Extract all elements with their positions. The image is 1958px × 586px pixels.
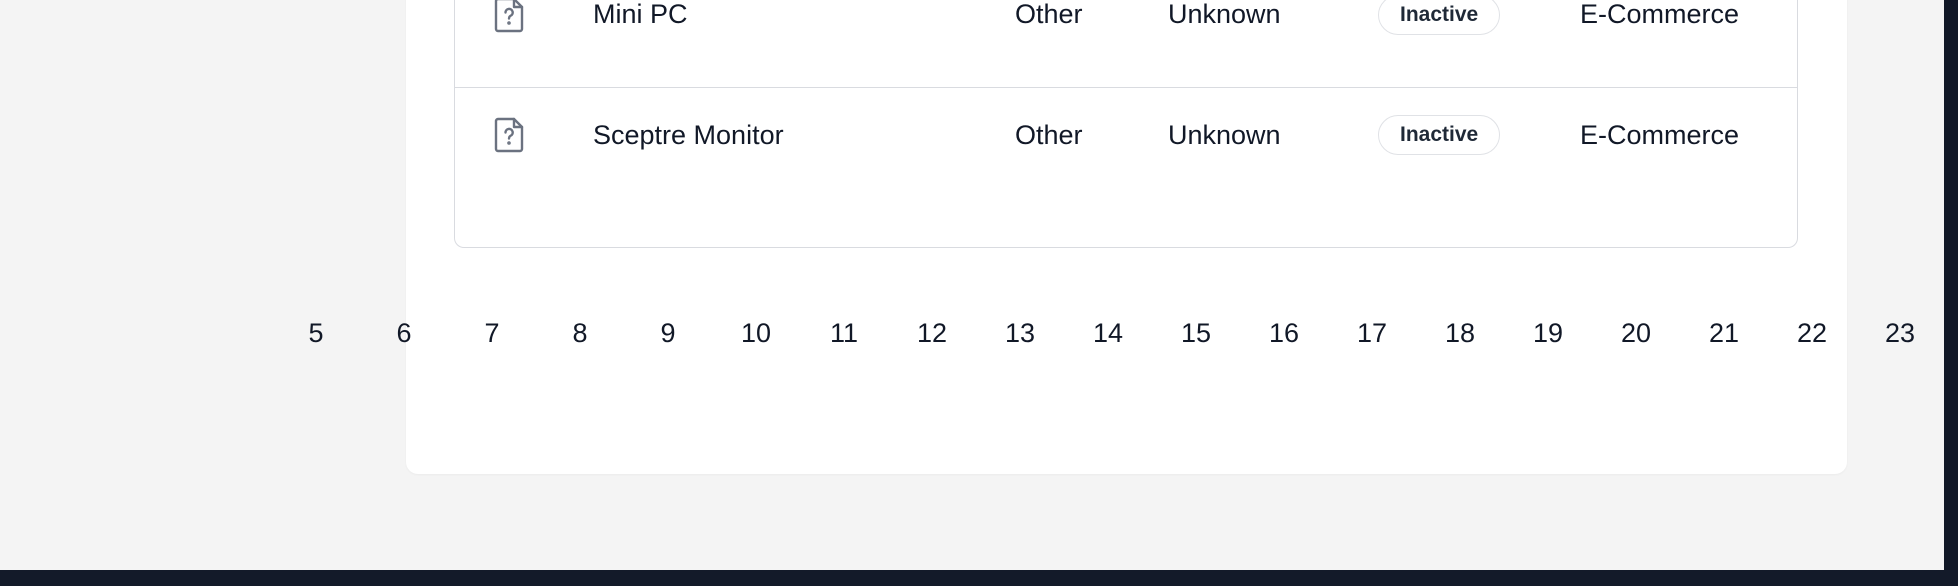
page-number-link[interactable]: 18: [1430, 318, 1490, 349]
product-category: E-Commerce: [1580, 119, 1740, 150]
page-number-link[interactable]: 12: [902, 318, 962, 349]
status-badge: Inactive: [1378, 115, 1501, 155]
page-number-link[interactable]: 20: [1606, 318, 1666, 349]
page-number-link[interactable]: 9: [638, 318, 698, 349]
product-type: Other: [1015, 0, 1083, 29]
page-number-link[interactable]: 19: [1518, 318, 1578, 349]
page-number-link[interactable]: 8: [550, 318, 610, 349]
file-question-icon: [491, 0, 527, 34]
page-number-link[interactable]: 10: [726, 318, 786, 349]
page-number-link[interactable]: 15: [1166, 318, 1226, 349]
product-category: E-Commerce: [1580, 0, 1740, 29]
page-number-link[interactable]: 17: [1342, 318, 1402, 349]
page-number-link[interactable]: 16: [1254, 318, 1314, 349]
page-number-link[interactable]: 23: [1870, 318, 1930, 349]
page-number-link[interactable]: 5: [286, 318, 346, 349]
product-status: Unknown: [1168, 0, 1281, 29]
file-question-icon: [491, 116, 527, 154]
pagination: 5 6 7 8 9 10 11 12 13 14 15 16 17 18 19 …: [0, 318, 1958, 358]
page-number-link[interactable]: 13: [990, 318, 1050, 349]
status-badge: Inactive: [1378, 0, 1501, 35]
page-number-link[interactable]: 22: [1782, 318, 1842, 349]
taskbar: [0, 570, 1958, 586]
product-type: Other: [1015, 119, 1083, 150]
window-edge: [1944, 0, 1958, 586]
product-name: Mini PC: [593, 0, 688, 29]
products-table: Mini PC Other Unknown Inactive E-Commerc…: [454, 0, 1798, 248]
page-number-link[interactable]: 14: [1078, 318, 1138, 349]
page-number-link[interactable]: 11: [814, 318, 874, 349]
product-name: Sceptre Monitor: [593, 119, 784, 150]
page-number-link[interactable]: 6: [374, 318, 434, 349]
product-status: Unknown: [1168, 119, 1281, 150]
page-number-link[interactable]: 21: [1694, 318, 1754, 349]
table-row[interactable]: Sceptre Monitor Other Unknown Inactive E…: [455, 63, 1797, 207]
page-number-link[interactable]: 7: [462, 318, 522, 349]
